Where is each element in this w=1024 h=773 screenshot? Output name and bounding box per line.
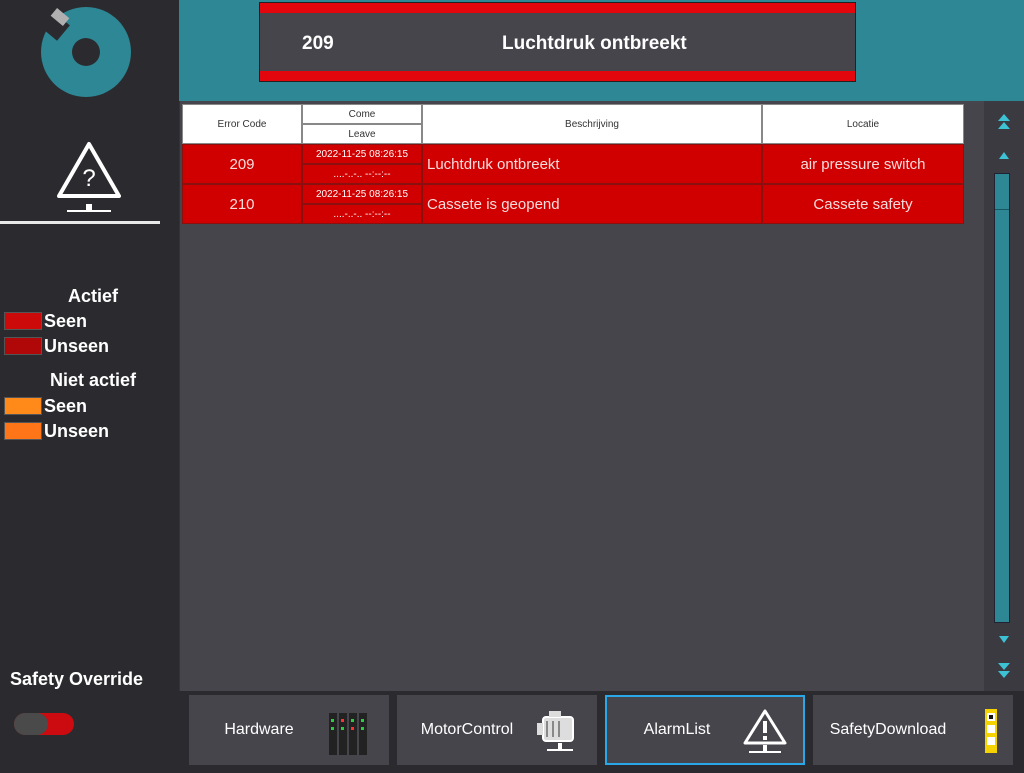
nav-button-motorcontrol[interactable]: MotorControl bbox=[397, 695, 597, 765]
table-scrollbar[interactable] bbox=[984, 101, 1024, 691]
scroll-up-icon[interactable] bbox=[994, 145, 1014, 165]
legend-swatch bbox=[4, 337, 42, 355]
legend-label: Seen bbox=[44, 395, 88, 416]
logo-icon bbox=[40, 7, 131, 97]
legend-inactive-seen: Seen bbox=[4, 396, 87, 416]
legend-active-unseen: Unseen bbox=[4, 336, 109, 356]
warning-question-icon: ? bbox=[57, 142, 121, 212]
nav-label: SafetyDownload bbox=[829, 721, 947, 738]
scroll-top-icon[interactable] bbox=[994, 111, 1014, 131]
cell-location: air pressure switch bbox=[762, 144, 964, 184]
scroll-down-icon[interactable] bbox=[994, 629, 1014, 649]
col-header-description[interactable]: Beschrijving bbox=[422, 104, 762, 144]
legend-active-title: Actief bbox=[67, 286, 118, 306]
io-modules-icon bbox=[329, 713, 367, 755]
cell-description: Luchtdruk ontbreekt bbox=[422, 144, 762, 184]
scroll-track[interactable] bbox=[994, 173, 1010, 623]
cell-leave: ....-..-.. --:--:-- bbox=[302, 164, 422, 184]
nav-button-safetydownload[interactable]: SafetyDownload bbox=[813, 695, 1013, 765]
col-header-leave[interactable]: Leave bbox=[302, 124, 422, 144]
toggle-knob bbox=[14, 713, 48, 735]
hmi-screen: ? Actief Seen Unseen Niet actief Seen Un… bbox=[0, 0, 1024, 773]
safety-download-icon bbox=[985, 709, 997, 753]
legend-swatch bbox=[4, 312, 42, 330]
bottom-nav: Hardware MotorControl AlarmList SafetyDo… bbox=[179, 691, 1024, 773]
col-header-come[interactable]: Come bbox=[302, 104, 422, 124]
nav-label: AlarmList bbox=[643, 721, 711, 738]
col-header-code[interactable]: Error Code bbox=[182, 104, 302, 144]
legend-swatch bbox=[4, 397, 42, 415]
legend-label: Unseen bbox=[44, 335, 110, 356]
scroll-thumb[interactable] bbox=[995, 174, 1009, 210]
cell-code: 209 bbox=[182, 144, 302, 184]
warning-icon bbox=[743, 709, 787, 753]
cell-leave: ....-..-.. --:--:-- bbox=[302, 204, 422, 224]
cell-come: 2022-11-25 08:26:15 bbox=[302, 144, 422, 164]
cell-code: 210 bbox=[182, 184, 302, 224]
col-header-location[interactable]: Locatie bbox=[762, 104, 964, 144]
nav-label: Hardware bbox=[224, 721, 294, 738]
nav-label: MotorControl bbox=[420, 721, 514, 738]
nav-button-hardware[interactable]: Hardware bbox=[189, 695, 389, 765]
motor-icon bbox=[537, 711, 574, 751]
safety-override-toggle[interactable] bbox=[14, 713, 74, 735]
banner-alarm-code: 209 bbox=[302, 33, 334, 54]
cell-description: Cassete is geopend bbox=[422, 184, 762, 224]
legend-inactive-unseen: Unseen bbox=[4, 421, 109, 441]
banner-alarm-text: Luchtdruk ontbreekt bbox=[502, 33, 687, 54]
legend-label: Seen bbox=[44, 310, 88, 331]
cell-come: 2022-11-25 08:26:15 bbox=[302, 184, 422, 204]
unknown-alarm-indicator[interactable]: ? bbox=[0, 138, 160, 224]
scroll-bottom-icon[interactable] bbox=[994, 661, 1014, 681]
banner-bottom-bar bbox=[260, 71, 855, 81]
cell-location: Cassete safety bbox=[762, 184, 964, 224]
active-alarm-banner[interactable]: 209 Luchtdruk ontbreekt bbox=[259, 2, 856, 82]
sidebar: ? Actief Seen Unseen Niet actief Seen Un… bbox=[0, 0, 179, 773]
svg-text:?: ? bbox=[82, 165, 95, 192]
safety-override-label: Safety Override bbox=[10, 669, 144, 689]
nav-button-alarmlist[interactable]: AlarmList bbox=[605, 695, 805, 765]
legend-inactive-title: Niet actief bbox=[49, 370, 137, 390]
alarm-table: Error Code Come Leave Beschrijving Locat… bbox=[179, 101, 984, 691]
legend-label: Unseen bbox=[44, 420, 110, 441]
legend-swatch bbox=[4, 422, 42, 440]
legend-active-seen: Seen bbox=[4, 311, 87, 331]
banner-top-bar bbox=[260, 3, 855, 13]
